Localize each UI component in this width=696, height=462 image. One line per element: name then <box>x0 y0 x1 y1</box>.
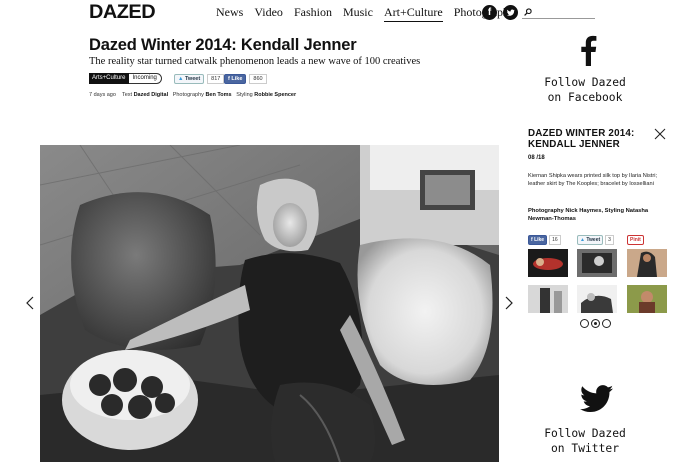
gallery-like-count: 16 <box>549 235 561 245</box>
article-title: Dazed Winter 2014: Kendall Jenner <box>89 36 357 54</box>
nav-item-music[interactable]: Music <box>343 5 373 22</box>
gallery-thumbnail[interactable] <box>528 249 568 277</box>
gallery-thumbnail[interactable] <box>577 249 617 277</box>
credit-photo-label: Photography <box>172 92 204 98</box>
search-icon[interactable] <box>524 8 532 16</box>
nav-item-art-culture[interactable]: Art+Culture <box>383 5 443 22</box>
gallery-thumbnail[interactable] <box>528 285 568 313</box>
like-button[interactable]: f Like <box>224 74 247 84</box>
facebook-icon-large[interactable] <box>579 34 597 66</box>
main-nav: News Video Fashion Music Art+Culture Pho… <box>216 5 526 22</box>
nav-item-video[interactable]: Video <box>254 5 283 22</box>
close-icon[interactable] <box>654 128 666 140</box>
gallery-thumbnail[interactable] <box>627 249 667 277</box>
gallery-like-share[interactable]: f Like 16 <box>528 235 561 245</box>
follow-facebook-link[interactable]: Follow Dazed on Facebook <box>520 75 650 105</box>
nav-item-fashion[interactable]: Fashion <box>294 5 332 22</box>
facebook-icon[interactable]: f <box>482 5 497 20</box>
facebook-small-icon: f <box>228 76 230 82</box>
like-share[interactable]: f Like 860 <box>224 74 267 84</box>
dazed-logo[interactable]: DAZED <box>89 2 156 24</box>
tag-arts-culture[interactable]: Arts+Culture <box>89 73 129 84</box>
gallery-credit: Photography Nick Haymes, Styling Natasha… <box>528 208 649 222</box>
follow-twitter-link[interactable]: Follow Dazed on Twitter <box>520 426 650 456</box>
credit-text-label: Text <box>121 92 133 98</box>
gallery-thumbnail[interactable] <box>627 285 667 313</box>
credit-photographer[interactable]: Ben Toms <box>205 92 231 98</box>
credit-time: 7 days ago <box>89 92 116 98</box>
gallery-tweet-button[interactable]: ▲ Tweet <box>577 235 604 245</box>
gallery-pin-share[interactable]: Pinit <box>627 235 644 245</box>
search-input[interactable] <box>522 18 595 19</box>
gallery-thumbnail[interactable] <box>577 285 617 313</box>
pagination-dot[interactable] <box>580 319 589 328</box>
next-arrow-icon[interactable] <box>505 296 513 310</box>
article-credits: 7 days ago Text Dazed Digital Photograph… <box>89 92 296 98</box>
nav-item-news[interactable]: News <box>216 5 243 22</box>
credit-text-author[interactable]: Dazed Digital <box>134 92 169 98</box>
tweet-bird-icon: ▲ <box>580 237 585 243</box>
gallery-pagination <box>580 319 613 328</box>
pagination-dot[interactable] <box>602 319 611 328</box>
credit-styling-label: Styling <box>236 92 253 98</box>
pagination-dot-active[interactable] <box>591 319 600 328</box>
article-subtitle: The reality star turned catwalk phenomen… <box>89 56 421 67</box>
tweet-count: 817 <box>207 74 225 84</box>
previous-arrow-icon[interactable] <box>26 296 34 310</box>
tag-row: Arts+Culture Incoming <box>89 73 162 84</box>
gallery-title: DAZED WINTER 2014: KENDALL JENNER <box>528 128 635 150</box>
tag-incoming[interactable]: Incoming <box>128 73 162 84</box>
gallery-caption: Kiernan Shipka wears printed silk top by… <box>528 173 658 187</box>
twitter-icon[interactable] <box>503 5 518 20</box>
tweet-button[interactable]: ▲ Tweet <box>174 74 205 84</box>
gallery-like-button[interactable]: f Like <box>528 235 548 245</box>
gallery-counter: 08 /18 <box>528 155 545 161</box>
gallery-main-photo[interactable] <box>40 145 499 462</box>
facebook-small-icon: f <box>531 237 533 243</box>
pinit-button[interactable]: Pinit <box>627 235 644 245</box>
tweet-bird-icon: ▲ <box>178 76 184 82</box>
gallery-tweet-share[interactable]: ▲ Tweet 3 <box>577 235 614 245</box>
tweet-share[interactable]: ▲ Tweet 817 <box>174 74 225 84</box>
twitter-icon-large[interactable] <box>580 385 614 413</box>
like-count: 860 <box>249 74 267 84</box>
gallery-tweet-count: 3 <box>605 235 614 245</box>
credit-stylist[interactable]: Robbie Spencer <box>254 92 296 98</box>
